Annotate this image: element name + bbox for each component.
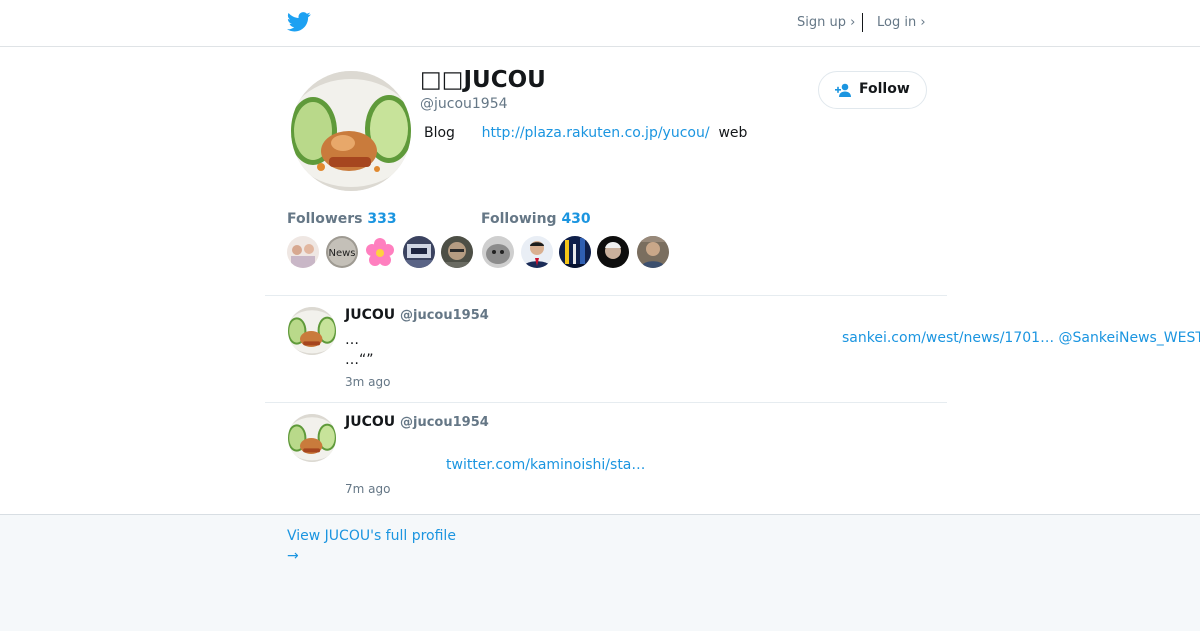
following-stat[interactable]: Following 430: [481, 211, 591, 227]
following-avatar-5[interactable]: [637, 236, 669, 268]
following-count: 430: [561, 211, 591, 227]
follow-button-label: Follow: [859, 81, 910, 97]
profile-display-name: □□JUCOU: [420, 67, 546, 93]
bio-link[interactable]: http://plaza.rakuten.co.jp/yucou/: [482, 125, 710, 141]
following-avatar-3[interactable]: [559, 236, 591, 268]
following-avatar-2[interactable]: [521, 236, 553, 268]
following-label: Following: [481, 211, 557, 227]
footer: View JUCOU's full profile →: [0, 514, 1200, 631]
tweet-link[interactable]: sankei.com/west/news/1701… @SankeiNews_W…: [842, 330, 1200, 346]
bio-prefix: Blog: [424, 125, 455, 141]
nav-divider: [862, 13, 863, 32]
top-bar: Sign up › Log in ›: [0, 0, 1200, 47]
log-in-link[interactable]: Log in ›: [877, 15, 926, 30]
profile-handle: @jucou1954: [420, 96, 508, 112]
following-avatar-1[interactable]: [482, 236, 514, 268]
follow-button[interactable]: Follow: [818, 71, 927, 109]
followers-count: 333: [367, 211, 397, 227]
tweet-avatar[interactable]: [288, 414, 336, 462]
news-logo-text: News: [328, 248, 355, 259]
follower-avatar-2[interactable]: News: [326, 236, 358, 268]
follower-avatar-3[interactable]: [364, 236, 396, 268]
tweet-url[interactable]: sankei.com/west/news/1701…: [842, 330, 1054, 346]
tweet-author-name[interactable]: JUCOU: [345, 414, 395, 430]
tweet-link[interactable]: twitter.com/kaminoishi/sta…: [446, 457, 645, 473]
bio-suffix: web: [718, 125, 748, 141]
tweet-avatar[interactable]: [288, 307, 336, 355]
divider: [265, 402, 947, 403]
following-avatar-4[interactable]: [597, 236, 629, 268]
twitter-bird-icon[interactable]: [287, 11, 311, 33]
profile-bio: Blog http://plaza.rakuten.co.jp/yucou/ w…: [424, 125, 747, 141]
followers-label: Followers: [287, 211, 363, 227]
tweet-author-handle[interactable]: @jucou1954: [400, 308, 489, 323]
tweet-mention[interactable]: @SankeiNews_WEST: [1059, 330, 1200, 346]
follower-avatar-4[interactable]: [403, 236, 435, 268]
followers-stat[interactable]: Followers 333: [287, 211, 397, 227]
profile-avatar[interactable]: [291, 71, 411, 191]
tweet-text: … …“”: [345, 332, 374, 368]
tweet-author-name[interactable]: JUCOU: [345, 307, 395, 323]
follower-avatar-5[interactable]: [441, 236, 473, 268]
arrow-right-icon: →: [287, 548, 299, 564]
tweet-timestamp[interactable]: 7m ago: [345, 482, 390, 496]
tweet-author-handle[interactable]: @jucou1954: [400, 415, 489, 430]
add-person-icon: [835, 83, 851, 97]
view-full-profile-link[interactable]: View JUCOU's full profile →: [287, 526, 456, 566]
view-full-profile-label: View JUCOU's full profile: [287, 528, 456, 544]
sign-up-link[interactable]: Sign up ›: [797, 15, 855, 30]
tweet-timestamp[interactable]: 3m ago: [345, 375, 390, 389]
divider: [265, 295, 947, 296]
follower-avatar-1[interactable]: [287, 236, 319, 268]
